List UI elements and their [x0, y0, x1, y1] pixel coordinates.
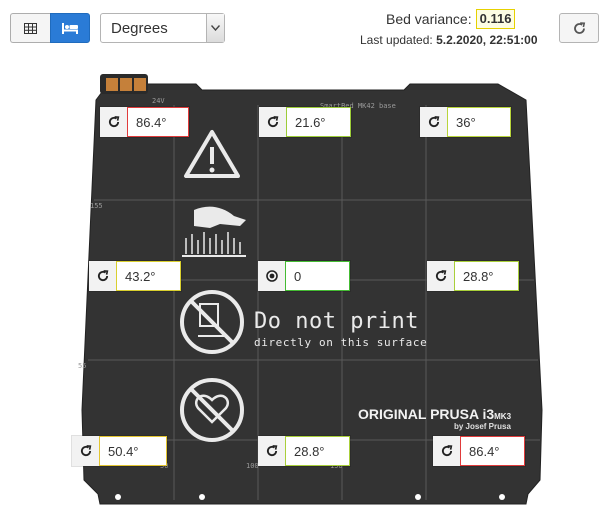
brand-byline: by Josef Prusa	[454, 422, 511, 431]
mesh-point: 36°	[420, 107, 511, 137]
point-value: 50.4°	[99, 436, 167, 466]
point-refresh-button[interactable]	[420, 107, 447, 137]
refresh-icon	[428, 116, 439, 128]
bed-icon	[62, 22, 78, 34]
mesh-point-reference: 0	[258, 261, 350, 291]
variance-value: 0.116	[475, 9, 516, 29]
bed-variance: Bed variance: 0.116	[386, 9, 516, 29]
refresh-icon	[441, 445, 452, 457]
mesh-point: 43.2°	[89, 261, 181, 291]
point-value: 36°	[447, 107, 511, 137]
point-refresh-button[interactable]	[89, 261, 116, 291]
point-refresh-button[interactable]	[259, 107, 286, 137]
refresh-icon	[80, 445, 91, 457]
scale-label-155: 155	[90, 202, 103, 210]
variance-label: Bed variance:	[386, 11, 472, 27]
target-icon	[265, 270, 278, 282]
refresh-icon	[97, 270, 108, 282]
table-view-button[interactable]	[10, 13, 50, 43]
mesh-point: 86.4°	[100, 107, 189, 137]
point-refresh-button[interactable]	[427, 261, 454, 291]
refresh-icon	[266, 445, 277, 457]
brand-model: MK3	[494, 412, 512, 421]
mesh-point: 86.4°	[433, 436, 525, 466]
scale-label-100: 100	[246, 462, 259, 470]
last-updated: Last updated: 5.2.2020, 22:51:00	[360, 33, 538, 47]
brand-main: ORIGINAL PRUSA i3	[358, 406, 495, 422]
point-value: 28.8°	[454, 261, 519, 291]
updated-label: Last updated:	[360, 33, 433, 47]
view-toggle	[10, 13, 90, 43]
mesh-point: 28.8°	[427, 261, 519, 291]
point-refresh-button[interactable]	[72, 436, 99, 466]
voltage-label: 24V	[152, 97, 165, 105]
table-icon	[24, 22, 37, 34]
point-refresh-button[interactable]	[258, 436, 285, 466]
updated-value: 5.2.2020, 22:51:00	[436, 33, 538, 47]
point-value: 86.4°	[460, 436, 525, 466]
point-refresh-button[interactable]	[433, 436, 460, 466]
bed-view-button[interactable]	[50, 13, 90, 43]
mesh-point: 50.4°	[72, 436, 167, 466]
point-value: 0	[285, 261, 350, 291]
point-target-button[interactable]	[258, 261, 285, 291]
point-value: 21.6°	[286, 107, 351, 137]
unit-select[interactable]: Degrees	[100, 13, 225, 43]
point-value: 43.2°	[116, 261, 181, 291]
unit-select-value: Degrees	[111, 19, 168, 37]
chevron-down-icon	[206, 14, 224, 42]
brand-logo: ORIGINAL PRUSA i3MK3	[358, 406, 511, 422]
refresh-icon	[573, 21, 585, 34]
refresh-icon	[108, 116, 119, 128]
do-not-print-text: Do not print	[254, 309, 419, 334]
scale-label-55: 55	[78, 362, 87, 370]
mesh-point: 21.6°	[259, 107, 351, 137]
point-value: 28.8°	[285, 436, 350, 466]
point-value: 86.4°	[127, 107, 189, 137]
point-refresh-button[interactable]	[100, 107, 127, 137]
refresh-icon	[267, 116, 278, 128]
mesh-point: 28.8°	[258, 436, 350, 466]
refresh-icon	[435, 270, 446, 282]
do-not-print-subtext: directly on this surface	[254, 336, 428, 349]
refresh-button[interactable]	[559, 13, 599, 43]
